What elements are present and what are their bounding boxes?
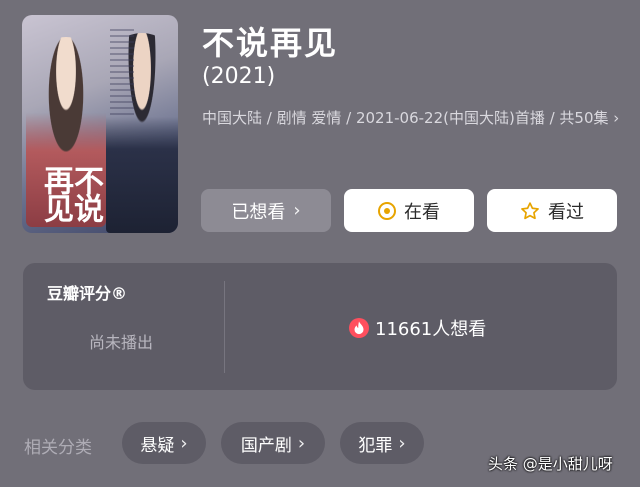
rating-title: 豆瓣评分®	[47, 284, 128, 303]
star-icon	[521, 201, 539, 219]
rating-status: 尚未播出	[89, 333, 154, 352]
watermark: 头条 @是小甜儿呀	[488, 455, 613, 473]
tag-label: 国产剧	[240, 435, 292, 456]
chevron-right-icon: ›	[398, 432, 406, 454]
movie-meta-link[interactable]: 中国大陆 / 剧情 爱情 / 2021-06-22(中国大陆)首播 / 共50集…	[202, 106, 622, 130]
wish-button[interactable]: 已想看 ›	[201, 189, 331, 232]
tag-domestic-drama[interactable]: 国产剧 ›	[221, 422, 325, 464]
chevron-right-icon: ›	[297, 432, 306, 454]
tag-suspense[interactable]: 悬疑 ›	[122, 422, 206, 464]
want-count[interactable]: 11661人想看	[349, 315, 486, 341]
watching-label: 在看	[404, 201, 440, 223]
rating-card: 豆瓣评分® 尚未播出 11661人想看	[23, 263, 617, 390]
tag-label: 犯罪	[358, 435, 393, 456]
poster-image[interactable]: 不说再见	[22, 15, 178, 233]
want-count-text: 11661人想看	[375, 319, 487, 340]
chevron-right-icon: ›	[180, 432, 188, 454]
poster-calligraphy: 不说再见	[38, 165, 103, 221]
tag-crime[interactable]: 犯罪 ›	[340, 422, 424, 464]
wish-label: 已想看	[231, 201, 286, 223]
watched-label: 看过	[548, 201, 584, 223]
page-title: 不说再见	[202, 24, 339, 62]
fire-icon	[349, 318, 369, 338]
tag-label: 悬疑	[140, 435, 175, 456]
poster-credits	[110, 29, 134, 119]
related-label: 相关分类	[24, 438, 92, 458]
watching-button[interactable]: 在看	[344, 189, 474, 232]
release-year: (2021)	[202, 64, 276, 89]
rating-divider	[224, 281, 225, 373]
chevron-right-icon: ›	[293, 200, 301, 221]
ring-icon	[378, 201, 396, 220]
watched-button[interactable]: 看过	[487, 189, 617, 232]
